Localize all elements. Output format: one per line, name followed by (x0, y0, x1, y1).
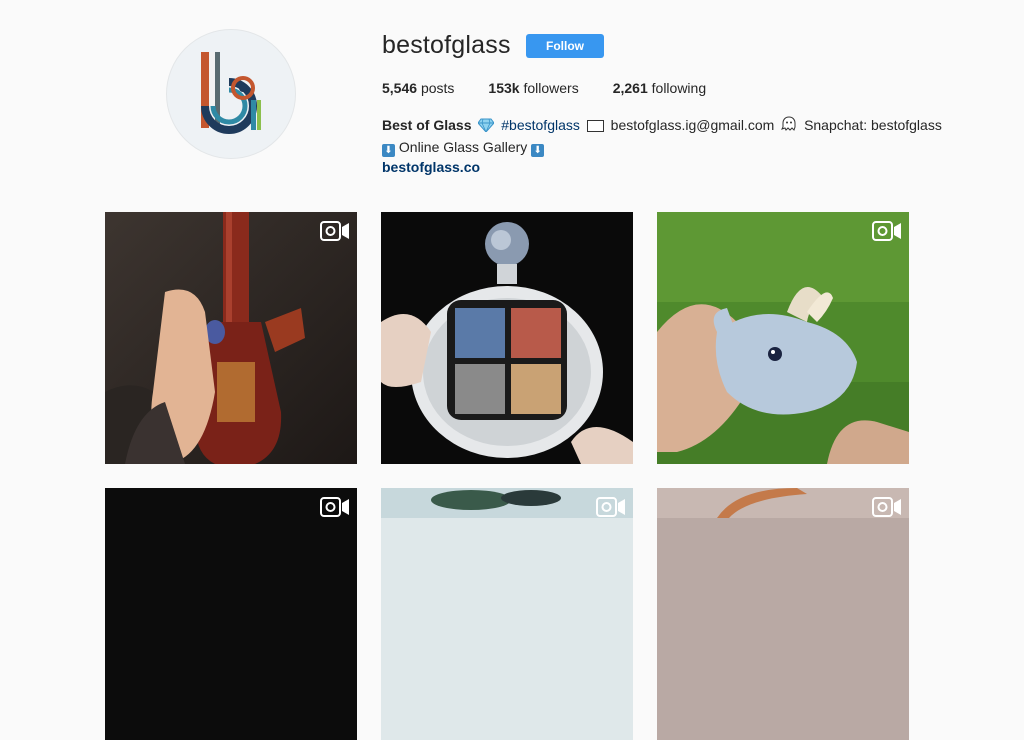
bio-line-3: bestofglass.co (382, 157, 942, 177)
post-image-glass-teal (381, 488, 633, 740)
video-camera-icon (320, 497, 350, 522)
post-tile-6[interactable] (657, 488, 909, 740)
post-image-dark (105, 488, 357, 740)
post-tile-4[interactable] (105, 488, 357, 740)
down-arrow-icon: ⬇ (531, 144, 545, 157)
profile-username: bestofglass (382, 31, 511, 59)
video-camera-icon (320, 221, 350, 246)
bio-line-2: ⬇ Online Glass Gallery ⬇ (382, 137, 942, 157)
following-number: 2,261 (612, 80, 648, 96)
post-tile-5[interactable] (381, 488, 633, 740)
bio-email: bestofglass.ig@gmail.com (610, 117, 775, 133)
post-tile-3[interactable] (657, 212, 909, 464)
bestofglass-logo-icon (201, 52, 261, 134)
video-camera-icon (872, 221, 902, 246)
followers-number: 153k (488, 80, 520, 96)
down-arrow-icon: ⬇ (382, 144, 395, 157)
bio-snapchat: Snapchat: bestofglass (804, 117, 942, 133)
bio-hashtag-link[interactable]: #bestofglass (501, 117, 580, 133)
post-image-glass-copper (657, 488, 909, 740)
gem-icon (477, 117, 496, 137)
profile-bio: Best of Glass #bestofglass bestofglass.i… (382, 115, 942, 177)
bio-website-link[interactable]: bestofglass.co (382, 159, 480, 175)
posts-number: 5,546 (382, 80, 418, 96)
posts-count: 5,546 posts (382, 80, 454, 96)
post-tile-2[interactable] (381, 212, 633, 464)
profile-avatar[interactable] (166, 29, 296, 159)
follow-button[interactable]: Follow (526, 34, 604, 58)
post-tile-1[interactable] (105, 212, 357, 464)
ghost-icon (781, 116, 797, 137)
post-image-glass-bong (105, 212, 357, 464)
bio-name: Best of Glass (382, 117, 472, 133)
profile-stats: 5,546 posts 153k followers 2,261 followi… (382, 80, 740, 96)
bio-gallery-text: Online Glass Gallery (398, 139, 528, 155)
posts-label: posts (420, 80, 455, 96)
envelope-icon (586, 117, 604, 137)
following-link[interactable]: 2,261 following (613, 80, 706, 96)
post-image-glass-pendant (381, 212, 633, 464)
followers-label: followers (523, 80, 579, 96)
video-camera-icon (872, 497, 902, 522)
post-image-glass-rhino (657, 212, 909, 464)
followers-link[interactable]: 153k followers (488, 80, 578, 96)
video-camera-icon (596, 497, 626, 522)
bio-line-1: Best of Glass #bestofglass bestofglass.i… (382, 115, 942, 137)
following-label: following (651, 80, 707, 96)
